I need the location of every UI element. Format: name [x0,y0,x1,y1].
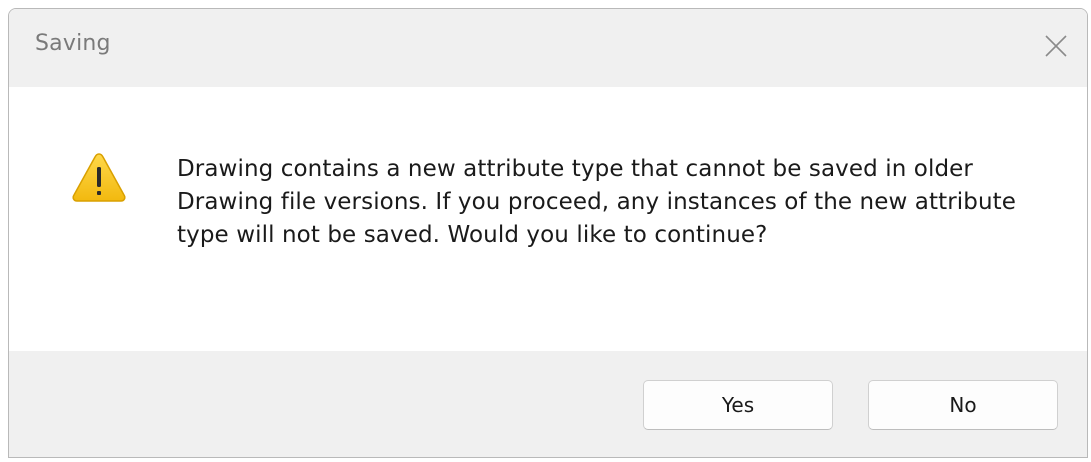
dialog-message: Drawing contains a new attribute type th… [177,156,1017,248]
dialog-title: Saving [35,31,111,56]
dialog-body: Drawing contains a new attribute type th… [9,87,1087,351]
yes-button[interactable]: Yes [643,380,833,430]
button-bar: Yes No [9,351,1087,457]
title-bar[interactable]: Saving [9,9,1087,87]
no-button[interactable]: No [868,380,1058,430]
close-button[interactable] [1033,23,1079,69]
saving-dialog: Saving Drawing contains a new attribute … [8,8,1088,458]
close-icon [1045,35,1067,57]
warning-icon [72,153,126,202]
